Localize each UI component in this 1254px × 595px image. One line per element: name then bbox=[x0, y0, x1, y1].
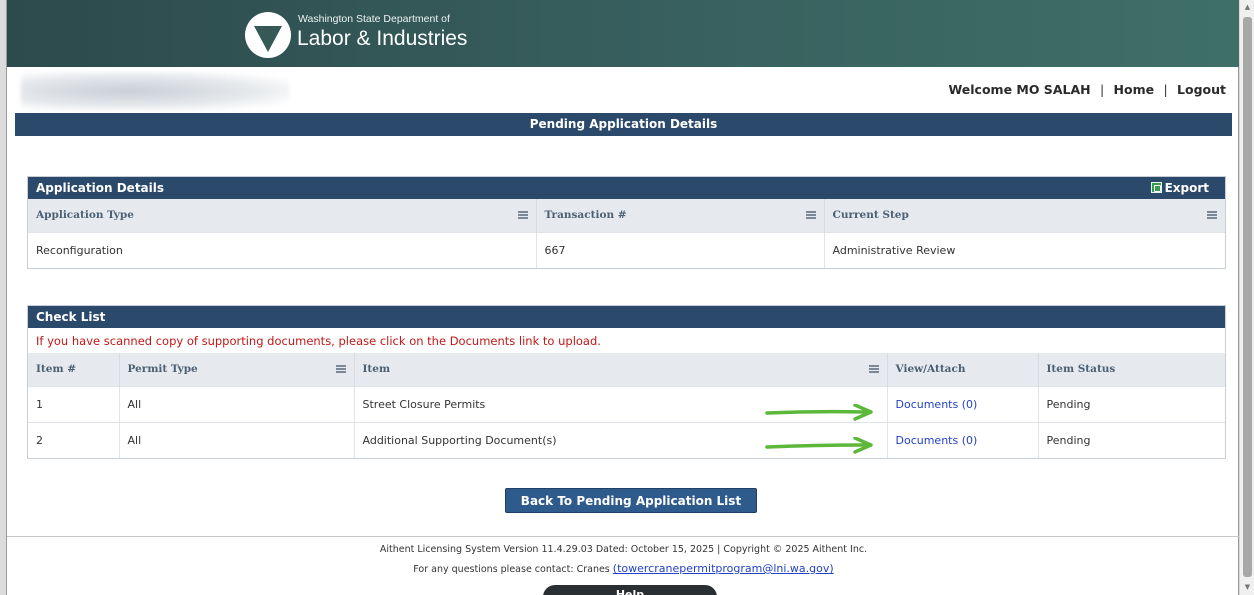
back-to-pending-list-button[interactable]: Back To Pending Application List bbox=[505, 488, 757, 513]
column-label: Application Type bbox=[36, 209, 134, 222]
documents-link[interactable]: Documents (0) bbox=[896, 398, 978, 411]
column-menu-icon[interactable] bbox=[1207, 211, 1217, 219]
col-item-number: Item # bbox=[28, 353, 120, 386]
documents-link[interactable]: Documents (0) bbox=[896, 434, 978, 447]
column-label: View/Attach bbox=[895, 363, 966, 376]
col-transaction: Transaction # bbox=[536, 199, 825, 232]
export-label: Export bbox=[1164, 181, 1209, 195]
col-application-type: Application Type bbox=[28, 199, 537, 232]
column-label: Transaction # bbox=[544, 209, 627, 222]
column-label: Current Step bbox=[832, 209, 909, 222]
column-menu-icon[interactable] bbox=[335, 365, 346, 373]
welcome-text: Welcome MO SALAH bbox=[948, 82, 1091, 97]
footer-contact: For any questions please contact: Cranes… bbox=[7, 562, 1240, 575]
application-type-value: Reconfiguration bbox=[28, 231, 537, 268]
export-icon bbox=[1150, 182, 1162, 193]
contact-email-link[interactable]: (towercranepermitprogram@lni.wa.gov) bbox=[613, 562, 834, 575]
col-item-status: Item Status bbox=[1038, 353, 1225, 386]
transaction-value: 667 bbox=[536, 231, 825, 268]
table-row: 1 All Street Closure Permits Documents (… bbox=[28, 385, 1225, 422]
checklist-table: Item # Permit Type Item View/Attach Item… bbox=[28, 353, 1225, 458]
item-status: Pending bbox=[1038, 385, 1225, 422]
scroll-up-icon[interactable]: ▲ bbox=[1240, 0, 1254, 15]
nav-separator: | bbox=[1099, 82, 1105, 97]
item-number: 2 bbox=[28, 421, 120, 458]
application-details-title: Application Details bbox=[36, 181, 165, 195]
export-button[interactable]: Export bbox=[1150, 177, 1209, 199]
home-link[interactable]: Home bbox=[1114, 82, 1155, 97]
page: Washington State Department of Labor & I… bbox=[6, 0, 1240, 595]
footer-divider bbox=[7, 536, 1240, 537]
lni-logo-icon bbox=[245, 12, 291, 58]
item-status: Pending bbox=[1038, 421, 1225, 458]
table-row: 2 All Additional Supporting Document(s) … bbox=[28, 421, 1225, 458]
application-details-table: Application Type Transaction # Current S… bbox=[28, 199, 1225, 268]
column-label: Permit Type bbox=[127, 363, 198, 376]
scroll-down-icon[interactable]: ▼ bbox=[1240, 580, 1254, 595]
col-permit-type: Permit Type bbox=[119, 353, 355, 386]
col-item: Item bbox=[354, 353, 888, 386]
view-attach-cell: Documents (0) bbox=[887, 421, 1039, 458]
upload-instruction: If you have scanned copy of supporting d… bbox=[36, 334, 601, 348]
checklist-panel: Check List If you have scanned copy of s… bbox=[27, 305, 1226, 459]
logout-link[interactable]: Logout bbox=[1177, 82, 1226, 97]
green-arrow-icon bbox=[765, 437, 873, 454]
permit-type: All bbox=[119, 421, 355, 458]
blurred-sub-logo bbox=[21, 72, 289, 110]
column-label: Item bbox=[362, 363, 391, 376]
checklist-header: Check List bbox=[28, 306, 1225, 328]
checklist-title: Check List bbox=[36, 310, 106, 324]
footer-contact-text: For any questions please contact: Cranes bbox=[413, 564, 610, 575]
view-attach-cell: Documents (0) bbox=[887, 385, 1039, 422]
green-arrow-icon bbox=[765, 404, 873, 421]
logo-org-big: Labor & Industries bbox=[297, 27, 468, 50]
footer-version: Aithent Licensing System Version 11.4.29… bbox=[379, 544, 868, 555]
logo-org-small: Washington State Department of bbox=[298, 13, 450, 25]
help-tab[interactable]: Help bbox=[543, 585, 717, 595]
scroll-thumb[interactable] bbox=[1243, 17, 1252, 577]
vertical-scrollbar[interactable]: ▲ ▼ bbox=[1239, 0, 1254, 595]
application-details-panel: Application Details Export Application T… bbox=[27, 176, 1226, 269]
page-title: Pending Application Details bbox=[15, 113, 1232, 136]
nav-separator: | bbox=[1163, 82, 1168, 97]
table-row: Reconfiguration 667 Administrative Revie… bbox=[28, 231, 1225, 268]
column-menu-icon[interactable] bbox=[517, 211, 528, 219]
column-label: Item Status bbox=[1046, 363, 1116, 376]
user-nav: Welcome MO SALAH | Home | Logout bbox=[948, 82, 1226, 97]
permit-type: All bbox=[119, 385, 355, 422]
column-menu-icon[interactable] bbox=[805, 211, 816, 219]
application-details-header: Application Details Export bbox=[28, 177, 1225, 199]
site-header: Washington State Department of Labor & I… bbox=[7, 0, 1240, 67]
current-step-value: Administrative Review bbox=[824, 231, 1225, 268]
col-current-step: Current Step bbox=[824, 199, 1225, 232]
lni-logo[interactable]: Washington State Department of Labor & I… bbox=[239, 11, 479, 63]
item-number: 1 bbox=[28, 385, 120, 422]
col-view-attach: View/Attach bbox=[887, 353, 1039, 386]
column-label: Item # bbox=[36, 363, 77, 376]
column-menu-icon[interactable] bbox=[868, 365, 879, 373]
